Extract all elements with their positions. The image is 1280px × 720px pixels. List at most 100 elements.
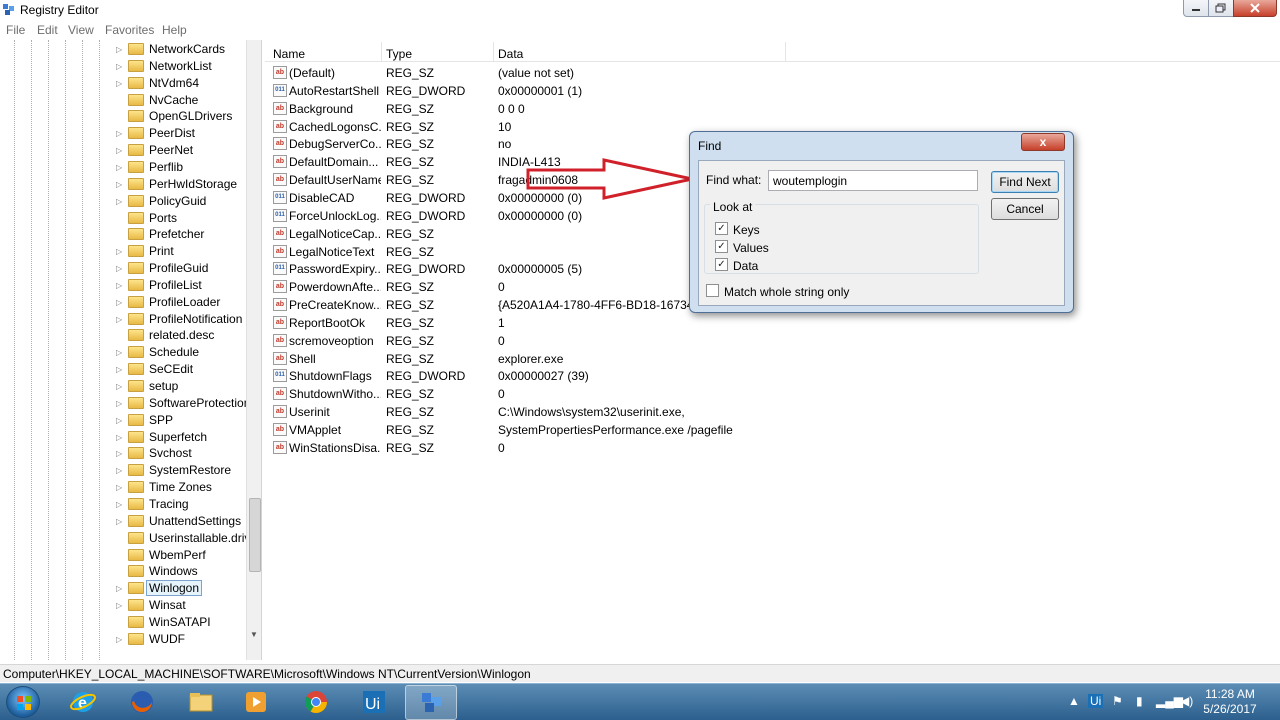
tree-item[interactable]: ▷ SPP <box>116 412 248 429</box>
tree-item[interactable]: ▷ Winsat <box>116 597 248 614</box>
expand-arrow-icon[interactable]: ▷ <box>116 146 124 155</box>
tree-item[interactable]: OpenGLDrivers <box>116 108 248 125</box>
taskbar-media-player[interactable] <box>230 685 282 720</box>
taskbar-internet-explorer[interactable]: e <box>57 685 109 720</box>
value-row[interactable]: ab Shell REG_SZ explorer.exe <box>265 350 1280 368</box>
expand-arrow-icon[interactable]: ▷ <box>116 264 124 273</box>
expand-arrow-icon[interactable]: ▷ <box>116 281 124 290</box>
expand-arrow-icon[interactable]: ▷ <box>116 79 124 88</box>
find-what-input[interactable] <box>768 170 978 191</box>
expand-arrow-icon[interactable]: ▷ <box>116 45 124 54</box>
tree-item[interactable]: WinSATAPI <box>116 614 248 631</box>
value-row[interactable]: 011 ShutdownFlags REG_DWORD 0x00000027 (39) <box>265 367 1280 385</box>
expand-arrow-icon[interactable]: ▷ <box>116 382 124 391</box>
value-row[interactable]: ab VMApplet REG_SZ SystemPropertiesPerforma… <box>265 421 1280 439</box>
tree-item[interactable]: ▷ Svchost <box>116 445 248 462</box>
menu-favorites[interactable]: Favorites <box>105 23 154 37</box>
menu-view[interactable]: View <box>68 23 94 37</box>
expand-arrow-icon[interactable]: ▷ <box>116 62 124 71</box>
start-button[interactable] <box>6 686 40 718</box>
tree-item[interactable]: ▷ Time Zones <box>116 479 248 496</box>
taskbar-registry-editor[interactable] <box>405 685 457 720</box>
tree-item[interactable]: ▷ NetworkList <box>116 58 248 75</box>
expand-arrow-icon[interactable]: ▷ <box>116 197 124 206</box>
menu-edit[interactable]: Edit <box>37 23 58 37</box>
tree-item[interactable]: related.desc <box>116 327 248 344</box>
tree-item[interactable]: ▷ SystemRestore <box>116 462 248 479</box>
tree-item[interactable]: ▷ UnattendSettings <box>116 513 248 530</box>
expand-arrow-icon[interactable]: ▷ <box>116 180 124 189</box>
tree-item[interactable]: ▷ NtVdm64 <box>116 75 248 92</box>
expand-arrow-icon[interactable]: ▷ <box>116 635 124 644</box>
tree-item[interactable]: WbemPerf <box>116 547 248 564</box>
key-tree[interactable]: ▷ NetworkCards ▷ NetworkList ▷ NtVdm64 NvCache… <box>0 40 262 660</box>
expand-arrow-icon[interactable]: ▷ <box>116 483 124 492</box>
taskbar-firefox[interactable] <box>116 685 168 720</box>
tray-uipath-icon[interactable]: Ui <box>1088 694 1104 708</box>
values-checkbox[interactable]: ✓ <box>715 240 728 253</box>
tree-item[interactable]: ▷ Winlogon <box>116 580 248 597</box>
column-type-header[interactable]: Type <box>386 47 412 61</box>
tree-item[interactable]: ▷ Superfetch <box>116 429 248 446</box>
tree-item[interactable]: ▷ WUDF <box>116 631 248 648</box>
tree-item[interactable]: ▷ ProfileNotification <box>116 311 248 328</box>
value-row[interactable]: ab Userinit REG_SZ C:\Windows\system32\user… <box>265 403 1280 421</box>
tree-item[interactable]: ▷ PolicyGuid <box>116 193 248 210</box>
tree-item[interactable]: ▷ Tracing <box>116 496 248 513</box>
data-checkbox[interactable]: ✓ <box>715 258 728 271</box>
tree-scrollbar[interactable]: ▼ <box>246 40 261 660</box>
tree-item[interactable]: Userinstallable.drive <box>116 530 257 547</box>
tree-item[interactable]: Prefetcher <box>116 226 248 243</box>
taskbar-file-explorer[interactable] <box>175 685 227 720</box>
value-row[interactable]: ab Background REG_SZ 0 0 0 <box>265 100 1280 118</box>
clock[interactable]: 11:28 AM 5/26/2017 <box>1200 687 1260 717</box>
tree-item[interactable]: ▷ NetworkCards <box>116 41 248 58</box>
close-button[interactable] <box>1233 0 1277 17</box>
value-row[interactable]: ab scremoveoption REG_SZ 0 <box>265 332 1280 350</box>
expand-arrow-icon[interactable]: ▷ <box>116 433 124 442</box>
scrollbar-thumb[interactable] <box>249 498 261 572</box>
expand-arrow-icon[interactable]: ▷ <box>116 584 124 593</box>
expand-arrow-icon[interactable]: ▷ <box>116 348 124 357</box>
taskbar-uipath[interactable]: Ui <box>348 685 400 720</box>
minimize-button[interactable] <box>1183 0 1209 17</box>
tray-battery-icon[interactable]: ▮ <box>1136 694 1143 708</box>
expand-arrow-icon[interactable]: ▷ <box>116 517 124 526</box>
expand-arrow-icon[interactable]: ▷ <box>116 365 124 374</box>
tree-item[interactable]: ▷ ProfileLoader <box>116 294 248 311</box>
column-data-header[interactable]: Data <box>498 47 523 61</box>
tree-item[interactable]: ▷ SeCEdit <box>116 361 248 378</box>
expand-arrow-icon[interactable]: ▷ <box>116 449 124 458</box>
find-next-button[interactable]: Find Next <box>991 171 1059 193</box>
tray-flag-icon[interactable]: ⚑ <box>1112 694 1123 708</box>
menu-help[interactable]: Help <box>162 23 187 37</box>
value-row[interactable]: ab WinStationsDisa... REG_SZ 0 <box>265 439 1280 457</box>
value-row[interactable]: ab (Default) REG_SZ (value not set) <box>265 64 1280 82</box>
maximize-button[interactable] <box>1208 0 1234 17</box>
scroll-down-icon[interactable]: ▼ <box>250 630 258 639</box>
find-close-button[interactable]: x <box>1021 133 1065 151</box>
column-name-header[interactable]: Name <box>273 47 305 61</box>
tray-network-icon[interactable]: ▂▄▆ <box>1156 694 1183 708</box>
expand-arrow-icon[interactable]: ▷ <box>116 416 124 425</box>
taskbar-chrome[interactable] <box>290 685 342 720</box>
value-row[interactable]: ab ShutdownWitho... REG_SZ 0 <box>265 385 1280 403</box>
tree-item[interactable]: ▷ PerHwIdStorage <box>116 176 248 193</box>
expand-arrow-icon[interactable]: ▷ <box>116 399 124 408</box>
tray-expand-icon[interactable]: ▲ <box>1068 694 1080 708</box>
expand-arrow-icon[interactable]: ▷ <box>116 601 124 610</box>
cancel-button[interactable]: Cancel <box>991 198 1059 220</box>
tree-item[interactable]: NvCache <box>116 92 248 109</box>
tray-volume-icon[interactable]: ◀) <box>1180 694 1193 708</box>
tree-item[interactable]: Windows <box>116 563 248 580</box>
expand-arrow-icon[interactable]: ▷ <box>116 129 124 138</box>
expand-arrow-icon[interactable]: ▷ <box>116 466 124 475</box>
menu-file[interactable]: File <box>6 23 25 37</box>
expand-arrow-icon[interactable]: ▷ <box>116 500 124 509</box>
tree-item[interactable]: ▷ SoftwareProtection <box>116 395 250 412</box>
expand-arrow-icon[interactable]: ▷ <box>116 163 124 172</box>
tree-item[interactable]: ▷ Schedule <box>116 344 248 361</box>
tree-item[interactable]: ▷ ProfileList <box>116 277 248 294</box>
value-row[interactable]: 011 AutoRestartShell REG_DWORD 0x00000001 (… <box>265 82 1280 100</box>
tree-item[interactable]: ▷ ProfileGuid <box>116 260 248 277</box>
